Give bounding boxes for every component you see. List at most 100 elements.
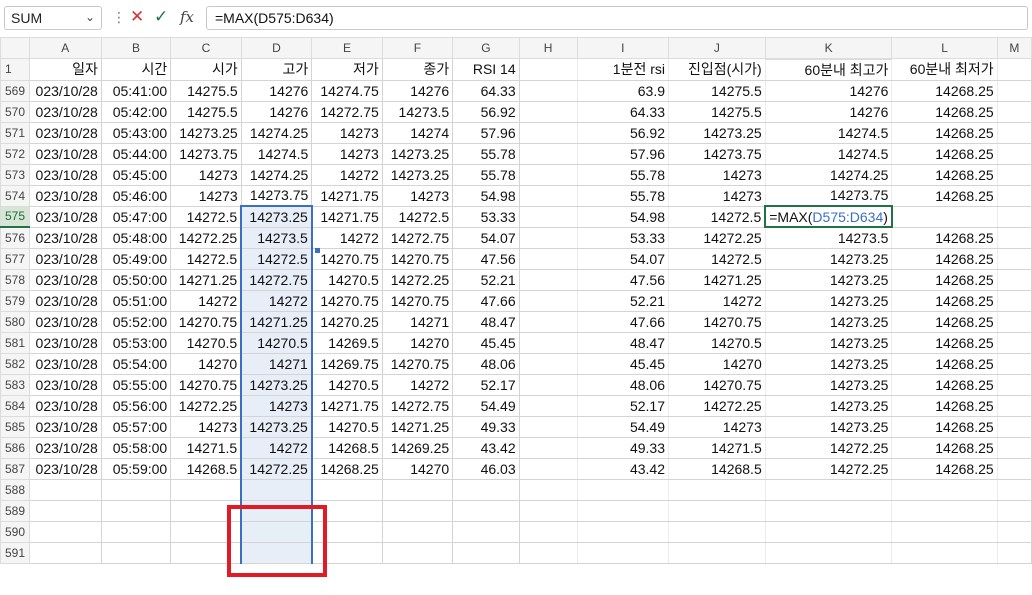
cell-E[interactable]: [311, 541, 383, 564]
cell-C[interactable]: 14272.5: [170, 205, 242, 228]
cell-H[interactable]: [518, 478, 578, 501]
cell-M[interactable]: [996, 331, 1032, 354]
cell-I[interactable]: 55.78: [576, 184, 670, 207]
cell-B[interactable]: 05:47:00: [100, 205, 172, 228]
cell-I[interactable]: 64.33: [576, 100, 670, 123]
cell-I[interactable]: 53.33: [576, 226, 670, 249]
cell-L[interactable]: 60분내 최저가: [891, 58, 998, 81]
cell-I[interactable]: 47.66: [576, 310, 670, 333]
cell-E[interactable]: [311, 478, 383, 501]
column-header-A[interactable]: A: [28, 37, 102, 59]
cell-D[interactable]: [240, 499, 313, 522]
cell-G[interactable]: 46.03: [452, 457, 520, 480]
cell-G[interactable]: [452, 478, 520, 501]
cell-M[interactable]: [996, 310, 1032, 333]
cell-B[interactable]: 05:55:00: [100, 373, 172, 396]
cell-A[interactable]: 023/10/28: [28, 268, 102, 291]
more-options-icon[interactable]: ⋮: [112, 9, 126, 26]
cell-H[interactable]: [518, 499, 578, 522]
cell-D[interactable]: 14270.5: [240, 331, 313, 354]
cell-K[interactable]: 14274.5: [764, 121, 893, 144]
cell-H[interactable]: [518, 79, 578, 102]
cell-C[interactable]: 14273: [170, 163, 242, 186]
cell-L[interactable]: [891, 499, 998, 522]
row-number[interactable]: 569: [0, 79, 30, 102]
cell-B[interactable]: [100, 541, 172, 564]
cell-D[interactable]: 14272.5: [240, 247, 313, 270]
cell-L[interactable]: 14268.25: [891, 247, 998, 270]
cell-A[interactable]: 023/10/28: [28, 310, 102, 333]
cell-B[interactable]: 05:43:00: [100, 121, 172, 144]
cell-L[interactable]: 14268.25: [891, 79, 998, 102]
cell-L[interactable]: 14268.25: [891, 331, 998, 354]
cell-H[interactable]: [518, 457, 578, 480]
cell-E[interactable]: 14269.5: [311, 331, 383, 354]
cell-L[interactable]: 14268.25: [891, 394, 998, 417]
cell-M[interactable]: [996, 541, 1032, 564]
row-number[interactable]: 585: [0, 415, 30, 438]
cell-H[interactable]: [518, 541, 578, 564]
cell-E[interactable]: 14272: [311, 163, 383, 186]
column-header-C[interactable]: C: [170, 37, 242, 59]
cell-I[interactable]: 57.96: [576, 142, 670, 165]
cell-D[interactable]: 14273.25: [240, 205, 313, 228]
cell-M[interactable]: [996, 268, 1032, 291]
cell-A[interactable]: 023/10/28: [28, 331, 102, 354]
chevron-down-icon[interactable]: ⌄: [85, 10, 95, 24]
column-header-J[interactable]: J: [668, 37, 766, 59]
cell-G[interactable]: 53.33: [452, 205, 520, 228]
cell-L[interactable]: 14268.25: [891, 310, 998, 333]
cell-B[interactable]: 05:41:00: [100, 79, 172, 102]
cell-L[interactable]: 14268.25: [891, 373, 998, 396]
cell-G[interactable]: 48.06: [452, 352, 520, 375]
cell-D[interactable]: 14271.25: [240, 310, 313, 333]
cell-G[interactable]: [452, 541, 520, 564]
cell-J[interactable]: 14268.5: [668, 457, 766, 480]
cell-A[interactable]: 023/10/28: [28, 289, 102, 312]
cell-B[interactable]: 05:44:00: [100, 142, 172, 165]
cell-L[interactable]: 14268.25: [891, 457, 998, 480]
cell-E[interactable]: 14270.75: [311, 289, 383, 312]
cell-D[interactable]: 14273: [240, 394, 313, 417]
cell-H[interactable]: [518, 394, 578, 417]
cell-G[interactable]: 54.98: [452, 184, 520, 207]
cell-J[interactable]: [668, 520, 766, 543]
cell-J[interactable]: 14275.5: [668, 100, 766, 123]
cell-K[interactable]: 14273.25: [764, 331, 893, 354]
fill-handle[interactable]: [315, 248, 320, 253]
cell-G[interactable]: 47.66: [452, 289, 520, 312]
cell-J[interactable]: [668, 478, 766, 501]
cell-I[interactable]: 54.07: [576, 247, 670, 270]
cell-L[interactable]: 14268.25: [891, 436, 998, 459]
column-header-L[interactable]: L: [891, 37, 998, 59]
column-header-F[interactable]: F: [381, 37, 454, 59]
cell-A[interactable]: 023/10/28: [28, 352, 102, 375]
cell-M[interactable]: [996, 163, 1032, 186]
cell-J[interactable]: [668, 541, 766, 564]
cell-K[interactable]: 14276: [764, 100, 893, 123]
cell-E[interactable]: 14274.75: [311, 79, 383, 102]
cell-L[interactable]: 14268.25: [891, 184, 998, 207]
cell-A[interactable]: 023/10/28: [28, 247, 102, 270]
cell-G[interactable]: 54.49: [452, 394, 520, 417]
cell-L[interactable]: 14268.25: [891, 163, 998, 186]
cell-H[interactable]: [518, 436, 578, 459]
cell-J[interactable]: 14273: [668, 163, 766, 186]
cell-A[interactable]: 023/10/28: [28, 373, 102, 396]
cell-F[interactable]: 14273.25: [381, 142, 454, 165]
cell-H[interactable]: [518, 352, 578, 375]
cell-D[interactable]: 14276: [240, 100, 313, 123]
cell-B[interactable]: 05:45:00: [100, 163, 172, 186]
row-number[interactable]: 582: [0, 352, 30, 375]
cell-A[interactable]: 023/10/28: [28, 184, 102, 207]
cell-F[interactable]: 14272: [381, 373, 454, 396]
cell-F[interactable]: 14272.75: [381, 226, 454, 249]
cell-H[interactable]: [518, 268, 578, 291]
cell-M[interactable]: [996, 79, 1032, 102]
cell-M[interactable]: [996, 373, 1032, 396]
cell-K[interactable]: 14273.25: [764, 352, 893, 375]
cell-F[interactable]: 14274: [381, 121, 454, 144]
cell-F[interactable]: 14276: [381, 79, 454, 102]
cell-E[interactable]: 14271.75: [311, 184, 383, 207]
cell-J[interactable]: 14272: [668, 289, 766, 312]
